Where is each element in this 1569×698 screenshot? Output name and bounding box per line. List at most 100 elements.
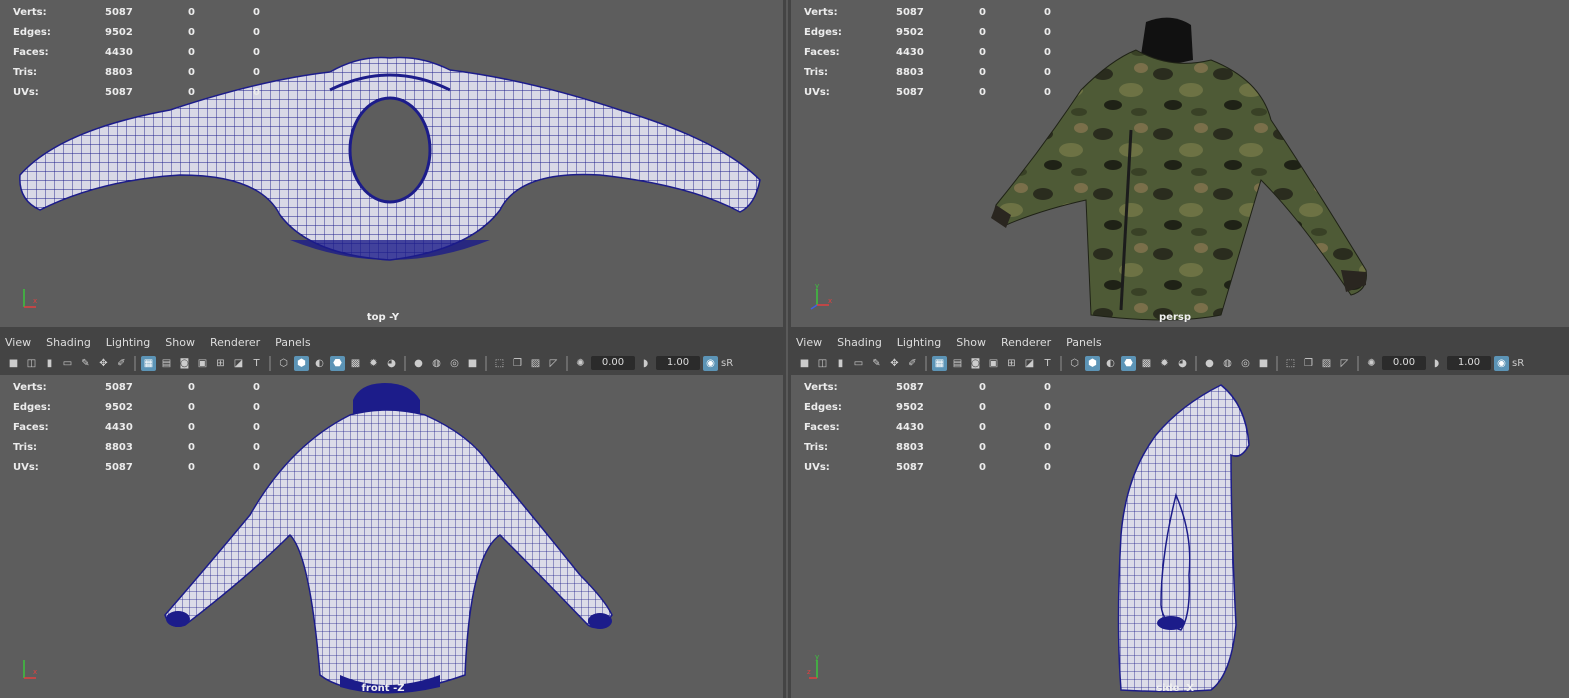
camera-attributes-icon[interactable]: ◫ [815,356,830,371]
xray-joints-icon[interactable]: ▨ [528,356,543,371]
gamma-field[interactable]: 1.00 [656,356,700,370]
grid-icon[interactable]: ▦ [932,355,947,371]
resolution-gate-icon[interactable]: ◙ [177,356,192,371]
gate-mask-icon[interactable]: ▣ [986,356,1001,371]
anti-aliasing-icon[interactable]: ◎ [447,356,462,371]
camera-attributes-icon[interactable]: ◫ [24,356,39,371]
film-gate-icon[interactable]: ▤ [159,356,174,371]
menu-show[interactable]: Show [956,336,986,349]
menu-lighting[interactable]: Lighting [106,336,150,349]
image-plane-icon[interactable]: ▭ [851,356,866,371]
hud-stats: Verts: 5087 0 0 Edges: 9502 0 0 Faces: 4430 0 0 T… [13,2,260,102]
default-material-icon[interactable]: ◐ [1103,356,1118,371]
bookmark-icon[interactable]: ▮ [42,356,57,371]
resolution-gate-icon[interactable]: ◙ [968,356,983,371]
default-material-icon[interactable]: ◐ [312,356,327,371]
lights-icon[interactable]: ✹ [1157,356,1172,371]
field-chart-icon[interactable]: ⊞ [1004,356,1019,371]
safe-action-icon[interactable]: ◪ [231,356,246,371]
separator [1276,355,1278,371]
screen-space-ao-icon[interactable]: ● [411,356,426,371]
2d-pan-zoom-icon[interactable]: ✥ [96,356,111,371]
image-plane-icon[interactable]: ▭ [60,356,75,371]
color-management-icon[interactable]: ◉ [703,355,718,371]
menu-panels[interactable]: Panels [275,336,310,349]
motion-blur-icon[interactable]: ◍ [1220,356,1235,371]
film-gate-icon[interactable]: ▤ [950,356,965,371]
safe-title-icon[interactable]: T [249,356,264,371]
wireframe-icon[interactable]: ⬡ [276,356,291,371]
menu-view[interactable]: View [5,336,31,349]
color-space-label[interactable]: sR [1512,358,1524,369]
viewport-side[interactable]: Verts: 5087 0 0 Edges: 9502 0 0 Faces: 4430 0 0 T… [791,375,1569,698]
screen-space-ao-icon[interactable]: ● [1202,356,1217,371]
gate-mask-icon[interactable]: ▣ [195,356,210,371]
2d-pan-zoom-icon[interactable]: ✥ [887,356,902,371]
select-camera-icon[interactable]: ■ [797,356,812,371]
exposure-icon[interactable]: ✺ [573,356,588,371]
camera-label-top: top -Y [366,312,400,323]
gamma-icon[interactable]: ◗ [1429,356,1444,371]
xray-joints-icon[interactable]: ▨ [1319,356,1334,371]
menu-lighting[interactable]: Lighting [897,336,941,349]
grease-pencil-icon[interactable]: ✎ [869,356,884,371]
menu-shading[interactable]: Shading [46,336,91,349]
hud-row-tris: Tris: 8803 0 0 [804,441,1051,453]
textured-icon[interactable]: ▩ [348,356,363,371]
smooth-shade-icon[interactable]: ⬢ [294,355,309,371]
textured-icon[interactable]: ▩ [1139,356,1154,371]
exposure-field[interactable]: 0.00 [591,356,635,370]
xray-active-icon[interactable]: ◸ [546,356,561,371]
shadows-icon[interactable]: ◕ [384,356,399,371]
menu-renderer[interactable]: Renderer [210,336,260,349]
shadows-icon[interactable]: ◕ [1175,356,1190,371]
xray-icon[interactable]: ❐ [1301,356,1316,371]
menu-panels[interactable]: Panels [1066,336,1101,349]
anti-aliasing-icon[interactable]: ◎ [1238,356,1253,371]
grid-icon[interactable]: ▦ [141,355,156,371]
brush-icon[interactable]: ✐ [905,356,920,371]
menu-renderer[interactable]: Renderer [1001,336,1051,349]
hud-row-faces: Faces: 4430 0 0 [804,46,1051,58]
menu-show[interactable]: Show [165,336,195,349]
field-chart-icon[interactable]: ⊞ [213,356,228,371]
wireframe-on-shaded-icon[interactable]: ⬣ [330,355,345,371]
grease-pencil-icon[interactable]: ✎ [78,356,93,371]
safe-action-icon[interactable]: ◪ [1022,356,1037,371]
exposure-icon[interactable]: ✺ [1364,356,1379,371]
color-space-label[interactable]: sR [721,358,733,369]
viewport-top[interactable]: Verts: 5087 0 0 Edges: 9502 0 0 Faces: 4430 0 0 T… [0,0,783,327]
wireframe-on-shaded-icon[interactable]: ⬣ [1121,355,1136,371]
safe-title-icon[interactable]: T [1040,356,1055,371]
smooth-shade-icon[interactable]: ⬢ [1085,355,1100,371]
bookmark-icon[interactable]: ▮ [833,356,848,371]
viewport-persp[interactable]: Verts: 5087 0 0 Edges: 9502 0 0 Faces: 4430 0 0 T… [791,0,1569,327]
select-camera-icon[interactable]: ■ [6,356,21,371]
svg-text:y: y [815,283,819,290]
hud-row-faces: Faces: 4430 0 0 [13,46,260,58]
separator [269,355,271,371]
wireframe-icon[interactable]: ⬡ [1067,356,1082,371]
panel-menu: View Shading Lighting Show Renderer Pane… [791,331,1569,353]
lights-icon[interactable]: ✹ [366,356,381,371]
depth-of-field-icon[interactable]: ■ [1256,356,1271,371]
menu-shading[interactable]: Shading [837,336,882,349]
exposure-field[interactable]: 0.00 [1382,356,1426,370]
viewport-front[interactable]: Verts: 5087 0 0 Edges: 9502 0 0 Faces: 4430 0 0 T… [0,375,783,698]
color-management-icon[interactable]: ◉ [1494,355,1509,371]
separator [925,355,927,371]
isolate-select-icon[interactable]: ⬚ [492,356,507,371]
gamma-icon[interactable]: ◗ [638,356,653,371]
xray-icon[interactable]: ❐ [510,356,525,371]
brush-icon[interactable]: ✐ [114,356,129,371]
isolate-select-icon[interactable]: ⬚ [1283,356,1298,371]
split-handle[interactable] [786,0,788,698]
motion-blur-icon[interactable]: ◍ [429,356,444,371]
xray-active-icon[interactable]: ◸ [1337,356,1352,371]
menu-view[interactable]: View [796,336,822,349]
hud-row-verts: Verts: 5087 0 0 [804,6,1051,18]
depth-of-field-icon[interactable]: ■ [465,356,480,371]
gamma-field[interactable]: 1.00 [1447,356,1491,370]
panel-menu: View Shading Lighting Show Renderer Pane… [0,331,785,353]
hud-row-faces: Faces: 4430 0 0 [804,421,1051,433]
